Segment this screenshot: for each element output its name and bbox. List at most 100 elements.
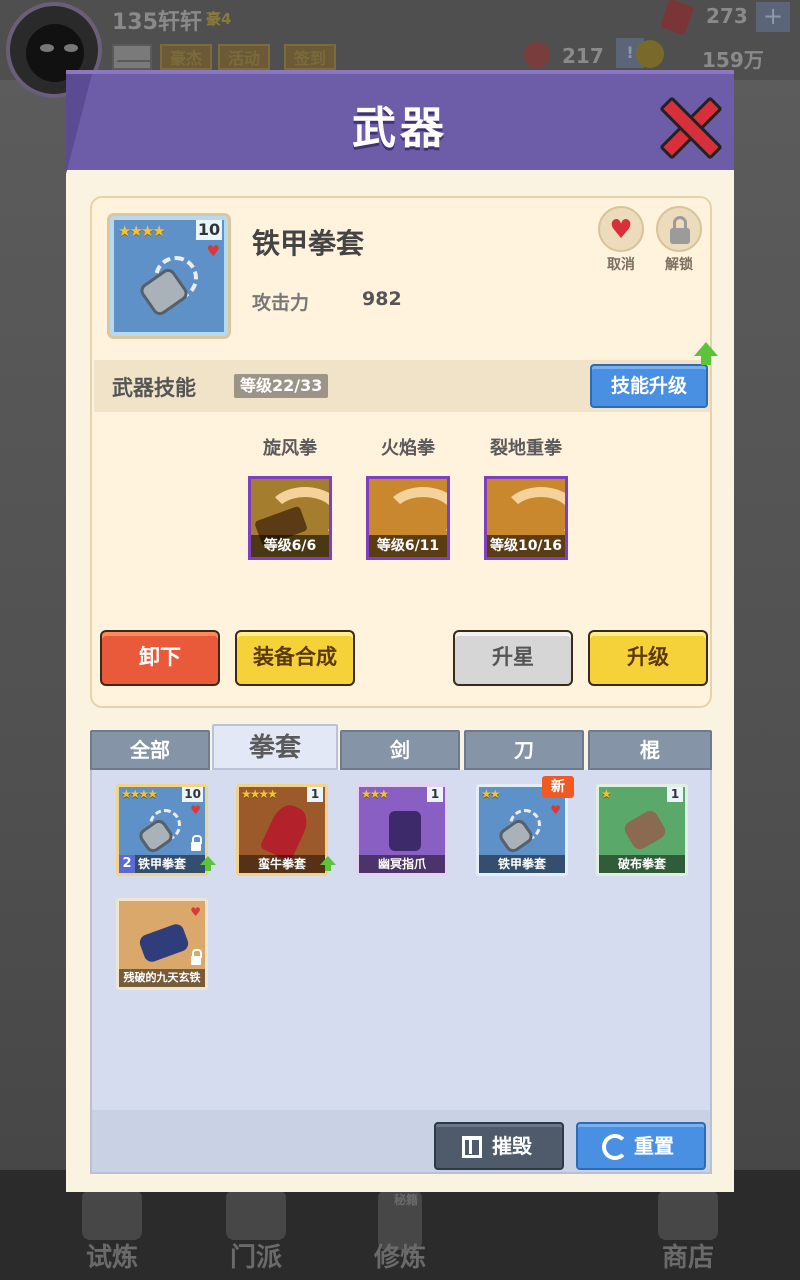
item-level: 1: [667, 787, 683, 802]
weapon-stars: ★★★★: [118, 222, 166, 240]
nav-shop[interactable]: 商店: [618, 1180, 758, 1280]
new-badge: 新: [542, 776, 574, 798]
nav-weapon[interactable]: [474, 1180, 614, 1280]
favorite-heart-icon: ♥: [206, 242, 220, 260]
destroy-label: 摧毁: [492, 1134, 532, 1158]
tab-all[interactable]: 全部: [90, 730, 210, 770]
inventory-item[interactable]: ♥ 残破的九天玄铁: [116, 898, 208, 990]
ticket-count: 217: [562, 44, 604, 68]
skill-upgrade-button[interactable]: 技能升级: [590, 364, 708, 408]
shop-icon: [658, 1190, 718, 1240]
bull-gauntlet-icon: [259, 800, 313, 862]
category-tabs: 全部 拳套 剑 刀 棍: [90, 724, 712, 770]
skill-name: 裂地重拳: [490, 438, 562, 459]
lock-icon: [191, 949, 202, 965]
inventory-item[interactable]: ★ 1 破布拳套: [596, 784, 688, 876]
reset-button[interactable]: 重置: [576, 1122, 706, 1170]
heart-icon: ♥: [550, 803, 561, 817]
weapon-detail-card: ★★★★ 10 ♥ 铁甲拳套 攻击力 982 ♥ 取消 解锁 武器技能 等级22…: [90, 196, 718, 708]
heart-icon: ♥: [190, 905, 201, 919]
temple-icon: [226, 1190, 286, 1240]
modal-title: 武器: [352, 103, 448, 154]
weapon-modal: 武器 ★★★★ 10 ♥ 铁甲拳套 攻击力 982 ♥ 取消 解锁 武器技能 等…: [66, 70, 734, 1192]
black-iron-icon: [137, 921, 191, 965]
nav-training[interactable]: 秘籍 修炼: [330, 1180, 470, 1280]
item-name: 幽冥指爪: [359, 855, 445, 873]
star-up-button[interactable]: 升星: [453, 630, 573, 686]
item-name: 残破的九天玄铁: [119, 969, 205, 987]
player-name: 135轩轩: [112, 10, 202, 35]
attack-label: 攻击力: [252, 292, 310, 314]
item-name: 蛮牛拳套: [239, 855, 325, 873]
tag-events[interactable]: 活动: [218, 44, 271, 70]
heart-icon: ♥: [190, 803, 201, 817]
mail-icon[interactable]: [112, 44, 152, 70]
synthesize-button[interactable]: 装备合成: [235, 630, 355, 686]
favorite-label: 取消: [607, 257, 635, 273]
lock-body: [670, 228, 690, 244]
weapon-level: 10: [196, 220, 222, 240]
claw-icon: [389, 811, 421, 851]
refresh-icon: [602, 1134, 628, 1160]
reset-label: 重置: [634, 1134, 674, 1158]
nav-trial[interactable]: 试炼: [42, 1180, 182, 1280]
upgrade-arrow-icon: [320, 856, 336, 871]
upgrade-arrow-icon: [200, 856, 216, 871]
skill-level: 等级6/6: [251, 535, 329, 557]
skill-level: 等级10/16: [487, 535, 565, 557]
ticket-icon: [524, 42, 550, 68]
item-stars: ★: [601, 787, 612, 801]
add-gems-button[interactable]: +: [756, 2, 790, 32]
nav-trial-label: 试炼: [85, 1243, 138, 1273]
inventory-item[interactable]: ★★★★ 10 ♥ 2 铁甲拳套: [116, 784, 208, 876]
favorite-button[interactable]: ♥: [598, 206, 644, 252]
avatar-eye-icon: [40, 44, 54, 52]
item-stars: ★★★: [361, 787, 389, 801]
skill-list: 旋风拳 等级6/6 火焰拳 等级6/11 裂地重拳 等级10/16: [94, 412, 710, 600]
nav-sect[interactable]: 门派: [186, 1180, 326, 1280]
player-rank: 豪4: [206, 10, 232, 28]
lock-icon: [191, 835, 202, 851]
nav-training-label: 修炼: [373, 1243, 426, 1273]
crossed-swords-icon: [514, 1190, 574, 1240]
close-icon[interactable]: [658, 96, 716, 154]
skill-item[interactable]: 旋风拳 等级6/6: [230, 424, 350, 594]
tab-staffs[interactable]: 棍: [588, 730, 712, 770]
skill-name: 火焰拳: [381, 438, 435, 459]
whirlwind-fist-icon: 等级6/6: [248, 476, 332, 560]
flame-fist-icon: 等级6/11: [366, 476, 450, 560]
skill-level: 等级6/11: [369, 535, 447, 557]
inventory-item[interactable]: ★★★★ 1 蛮牛拳套: [236, 784, 328, 876]
item-stars: ★★★★: [121, 787, 158, 801]
coin-count: 159万: [702, 48, 764, 72]
tab-swords[interactable]: 剑: [340, 730, 460, 770]
modal-header: 武器: [66, 70, 734, 170]
book-label: 秘籍: [393, 1193, 418, 1207]
earth-shatter-fist-icon: 等级10/16: [484, 476, 568, 560]
gem-count: 273: [706, 4, 748, 28]
unlock-button[interactable]: [656, 206, 702, 252]
item-name: 铁甲拳套: [479, 855, 565, 873]
destroy-button[interactable]: 摧毁: [434, 1122, 564, 1170]
coin-icon: [636, 40, 664, 68]
tab-gauntlets[interactable]: 拳套: [212, 724, 338, 770]
item-stars: ★★★★: [241, 787, 278, 801]
unequip-button[interactable]: 卸下: [100, 630, 220, 686]
nav-shop-label: 商店: [661, 1243, 714, 1273]
tag-hero[interactable]: 豪杰: [160, 44, 213, 70]
weapon-skill-bar: 武器技能 等级22/33 技能升级: [94, 342, 718, 412]
skill-section-title: 武器技能: [112, 376, 196, 400]
tab-blades[interactable]: 刀: [464, 730, 584, 770]
tag-checkin[interactable]: 签到: [284, 44, 337, 70]
nav-sect-label: 门派: [229, 1243, 282, 1273]
item-level: 10: [182, 787, 203, 802]
skill-item[interactable]: 裂地重拳 等级10/16: [466, 424, 586, 594]
upgrade-arrow-icon: [694, 342, 718, 365]
upgrade-button[interactable]: 升级: [588, 630, 708, 686]
selected-weapon-icon: ★★★★ 10 ♥: [110, 216, 228, 336]
weapon-name: 铁甲拳套: [252, 227, 365, 260]
skill-level-tag: 等级22/33: [234, 374, 329, 398]
inventory-item[interactable]: ★★★ 1 幽冥指爪: [356, 784, 448, 876]
inventory-actions: 摧毁 重置: [90, 1110, 712, 1174]
skill-item[interactable]: 火焰拳 等级6/11: [348, 424, 468, 594]
